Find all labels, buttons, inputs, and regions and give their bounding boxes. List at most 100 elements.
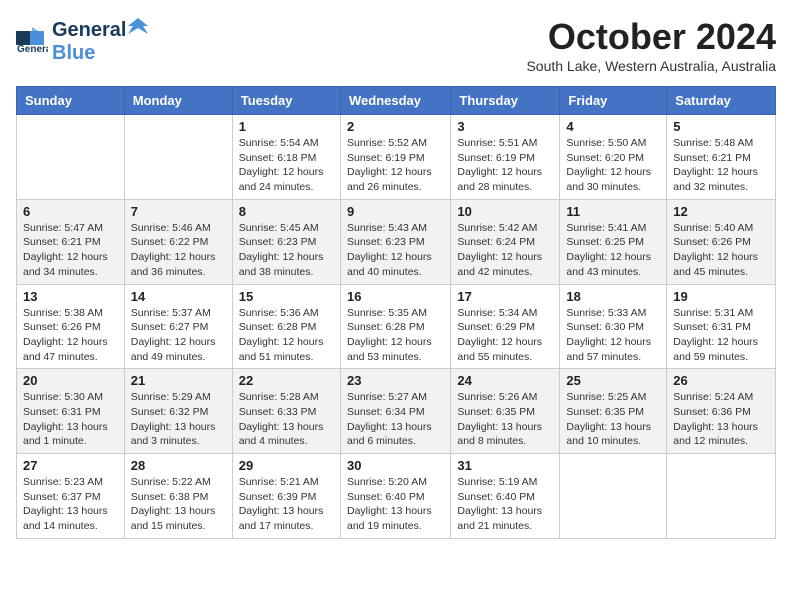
day-number: 9 (347, 204, 444, 219)
logo-icon: General (16, 27, 48, 55)
calendar-cell: 25Sunrise: 5:25 AMSunset: 6:35 PMDayligh… (560, 369, 667, 454)
day-number: 21 (131, 373, 226, 388)
header-row: SundayMondayTuesdayWednesdayThursdayFrid… (17, 87, 776, 115)
day-number: 12 (673, 204, 769, 219)
day-header-monday: Monday (124, 87, 232, 115)
day-number: 15 (239, 289, 334, 304)
svg-text:General: General (17, 44, 48, 55)
day-info: Sunrise: 5:46 AMSunset: 6:22 PMDaylight:… (131, 221, 226, 280)
week-row-5: 27Sunrise: 5:23 AMSunset: 6:37 PMDayligh… (17, 454, 776, 539)
day-number: 4 (566, 119, 660, 134)
header: General General Blue October 2024 South … (16, 16, 776, 74)
day-info: Sunrise: 5:54 AMSunset: 6:18 PMDaylight:… (239, 136, 334, 195)
week-row-1: 1 Sunrise: 5:54 AMSunset: 6:18 PMDaylight… (17, 115, 776, 200)
calendar-cell (17, 115, 125, 200)
day-info: Sunrise: 5:19 AMSunset: 6:40 PMDaylight:… (457, 475, 553, 534)
calendar-cell (124, 115, 232, 200)
day-info: Sunrise: 5:27 AMSunset: 6:34 PMDaylight:… (347, 390, 444, 449)
day-header-tuesday: Tuesday (232, 87, 340, 115)
calendar-cell: 28 Sunrise: 5:22 AMSunset: 6:38 PMDayligh… (124, 454, 232, 539)
week-row-4: 20 Sunrise: 5:30 AMSunset: 6:31 PMDayligh… (17, 369, 776, 454)
calendar-cell: 10Sunrise: 5:42 AMSunset: 6:24 PMDayligh… (451, 199, 560, 284)
calendar-cell: 3 Sunrise: 5:51 AMSunset: 6:19 PMDaylight… (451, 115, 560, 200)
day-number: 19 (673, 289, 769, 304)
title-block: October 2024 South Lake, Western Austral… (526, 16, 776, 74)
calendar-cell: 22Sunrise: 5:28 AMSunset: 6:33 PMDayligh… (232, 369, 340, 454)
day-info: Sunrise: 5:51 AMSunset: 6:19 PMDaylight:… (457, 136, 553, 195)
day-info: Sunrise: 5:22 AMSunset: 6:38 PMDaylight:… (131, 475, 226, 534)
month-title: October 2024 (526, 16, 776, 58)
day-header-friday: Friday (560, 87, 667, 115)
day-header-thursday: Thursday (451, 87, 560, 115)
logo-blue-text: Blue (52, 42, 95, 64)
day-info: Sunrise: 5:25 AMSunset: 6:35 PMDaylight:… (566, 390, 660, 449)
day-info: Sunrise: 5:33 AMSunset: 6:30 PMDaylight:… (566, 306, 660, 365)
calendar-cell: 16Sunrise: 5:35 AMSunset: 6:28 PMDayligh… (340, 284, 450, 369)
day-number: 23 (347, 373, 444, 388)
day-info: Sunrise: 5:34 AMSunset: 6:29 PMDaylight:… (457, 306, 553, 365)
day-info: Sunrise: 5:24 AMSunset: 6:36 PMDaylight:… (673, 390, 769, 449)
calendar-cell: 21 Sunrise: 5:29 AMSunset: 6:32 PMDayligh… (124, 369, 232, 454)
day-info: Sunrise: 5:37 AMSunset: 6:27 PMDaylight:… (131, 306, 226, 365)
day-number: 11 (566, 204, 660, 219)
day-info: Sunrise: 5:40 AMSunset: 6:26 PMDaylight:… (673, 221, 769, 280)
calendar-cell: 8Sunrise: 5:45 AMSunset: 6:23 PMDaylight… (232, 199, 340, 284)
day-number: 30 (347, 458, 444, 473)
day-number: 6 (23, 204, 118, 219)
day-info: Sunrise: 5:31 AMSunset: 6:31 PMDaylight:… (673, 306, 769, 365)
calendar-cell: 18 Sunrise: 5:33 AMSunset: 6:30 PMDayligh… (560, 284, 667, 369)
week-row-3: 13Sunrise: 5:38 AMSunset: 6:26 PMDayligh… (17, 284, 776, 369)
calendar-cell: 19 Sunrise: 5:31 AMSunset: 6:31 PMDayligh… (667, 284, 776, 369)
day-number: 10 (457, 204, 553, 219)
calendar-cell: 13Sunrise: 5:38 AMSunset: 6:26 PMDayligh… (17, 284, 125, 369)
day-number: 26 (673, 373, 769, 388)
day-header-wednesday: Wednesday (340, 87, 450, 115)
day-info: Sunrise: 5:26 AMSunset: 6:35 PMDaylight:… (457, 390, 553, 449)
calendar-table: SundayMondayTuesdayWednesdayThursdayFrid… (16, 86, 776, 539)
day-info: Sunrise: 5:45 AMSunset: 6:23 PMDaylight:… (239, 221, 334, 280)
day-info: Sunrise: 5:36 AMSunset: 6:28 PMDaylight:… (239, 306, 334, 365)
subtitle: South Lake, Western Australia, Australia (526, 58, 776, 74)
calendar-cell: 24 Sunrise: 5:26 AMSunset: 6:35 PMDayligh… (451, 369, 560, 454)
calendar-cell: 20 Sunrise: 5:30 AMSunset: 6:31 PMDayligh… (17, 369, 125, 454)
day-number: 3 (457, 119, 553, 134)
day-info: Sunrise: 5:35 AMSunset: 6:28 PMDaylight:… (347, 306, 444, 365)
day-number: 1 (239, 119, 334, 134)
day-number: 18 (566, 289, 660, 304)
logo-general-text: General (52, 19, 126, 42)
calendar-cell: 5 Sunrise: 5:48 AMSunset: 6:21 PMDaylight… (667, 115, 776, 200)
day-number: 24 (457, 373, 553, 388)
day-info: Sunrise: 5:50 AMSunset: 6:20 PMDaylight:… (566, 136, 660, 195)
calendar-cell: 12 Sunrise: 5:40 AMSunset: 6:26 PMDayligh… (667, 199, 776, 284)
calendar-cell: 23 Sunrise: 5:27 AMSunset: 6:34 PMDayligh… (340, 369, 450, 454)
calendar-cell: 2Sunrise: 5:52 AMSunset: 6:19 PMDaylight… (340, 115, 450, 200)
week-row-2: 6Sunrise: 5:47 AMSunset: 6:21 PMDaylight… (17, 199, 776, 284)
day-number: 17 (457, 289, 553, 304)
calendar-cell: 6Sunrise: 5:47 AMSunset: 6:21 PMDaylight… (17, 199, 125, 284)
calendar-cell: 9 Sunrise: 5:43 AMSunset: 6:23 PMDaylight… (340, 199, 450, 284)
day-number: 20 (23, 373, 118, 388)
day-info: Sunrise: 5:29 AMSunset: 6:32 PMDaylight:… (131, 390, 226, 449)
day-number: 29 (239, 458, 334, 473)
calendar-cell: 27Sunrise: 5:23 AMSunset: 6:37 PMDayligh… (17, 454, 125, 539)
logo-bird-icon (128, 16, 148, 36)
calendar-cell: 15 Sunrise: 5:36 AMSunset: 6:28 PMDayligh… (232, 284, 340, 369)
calendar-cell: 31Sunrise: 5:19 AMSunset: 6:40 PMDayligh… (451, 454, 560, 539)
day-number: 5 (673, 119, 769, 134)
calendar-cell: 14Sunrise: 5:37 AMSunset: 6:27 PMDayligh… (124, 284, 232, 369)
day-info: Sunrise: 5:43 AMSunset: 6:23 PMDaylight:… (347, 221, 444, 280)
calendar-cell: 17 Sunrise: 5:34 AMSunset: 6:29 PMDayligh… (451, 284, 560, 369)
day-info: Sunrise: 5:20 AMSunset: 6:40 PMDaylight:… (347, 475, 444, 534)
day-info: Sunrise: 5:30 AMSunset: 6:31 PMDaylight:… (23, 390, 118, 449)
calendar-cell: 1 Sunrise: 5:54 AMSunset: 6:18 PMDaylight… (232, 115, 340, 200)
day-info: Sunrise: 5:21 AMSunset: 6:39 PMDaylight:… (239, 475, 334, 534)
day-number: 27 (23, 458, 118, 473)
calendar-cell (560, 454, 667, 539)
calendar-cell (667, 454, 776, 539)
day-info: Sunrise: 5:48 AMSunset: 6:21 PMDaylight:… (673, 136, 769, 195)
day-info: Sunrise: 5:38 AMSunset: 6:26 PMDaylight:… (23, 306, 118, 365)
day-number: 2 (347, 119, 444, 134)
day-info: Sunrise: 5:41 AMSunset: 6:25 PMDaylight:… (566, 221, 660, 280)
calendar-cell: 30 Sunrise: 5:20 AMSunset: 6:40 PMDayligh… (340, 454, 450, 539)
day-number: 28 (131, 458, 226, 473)
